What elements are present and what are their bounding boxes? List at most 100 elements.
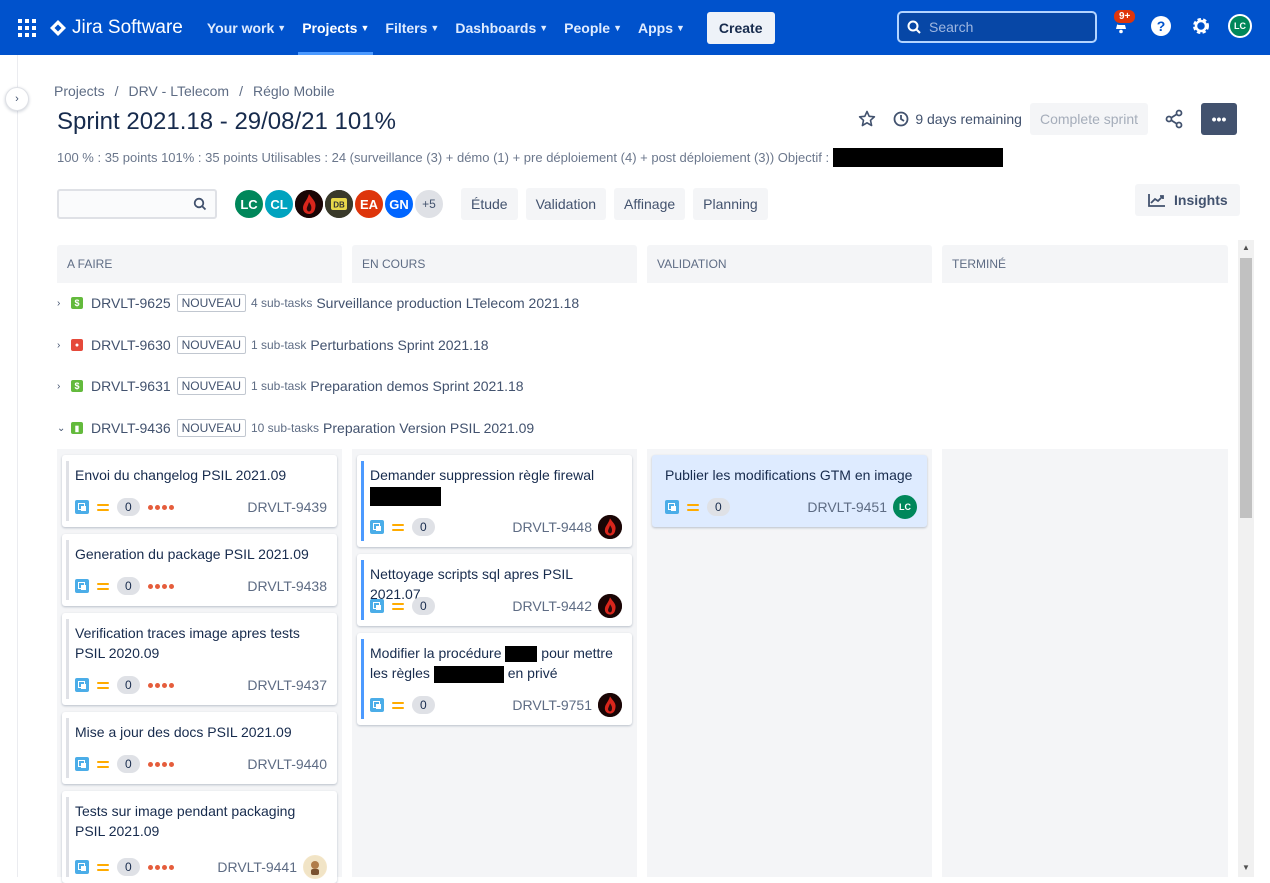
avatar-filter-ea[interactable]: EA bbox=[353, 188, 385, 220]
card-title: Mise a jour des docs PSIL 2021.09 bbox=[75, 724, 292, 740]
nav-filters[interactable]: Filters ▼ bbox=[377, 0, 447, 55]
issue-card[interactable]: Generation du package PSIL 2021.09 0 DRV… bbox=[62, 534, 337, 606]
avatar-filter-cl[interactable]: CL bbox=[263, 188, 295, 220]
create-button[interactable]: Create bbox=[706, 11, 775, 44]
issue-card[interactable]: Modifier la procédure pour mettre les rè… bbox=[357, 633, 632, 725]
sidebar-expand-button[interactable]: › bbox=[5, 87, 29, 111]
search-input[interactable] bbox=[929, 19, 1079, 35]
card-key[interactable]: DRVLT-9451 bbox=[807, 499, 887, 515]
notifications-button[interactable]: 9+ bbox=[1108, 8, 1138, 39]
star-icon bbox=[859, 110, 876, 127]
card-key[interactable]: DRVLT-9440 bbox=[247, 756, 327, 772]
assignee-avatar[interactable] bbox=[598, 515, 622, 539]
help-button[interactable]: ? bbox=[1148, 13, 1174, 39]
avatar-filter-db[interactable]: DB bbox=[323, 188, 355, 220]
avatar-filter-more[interactable]: +5 bbox=[413, 188, 445, 220]
swimlane-key[interactable]: DRVLT-9436 bbox=[91, 420, 171, 436]
card-key[interactable]: DRVLT-9442 bbox=[512, 598, 592, 614]
story-points: 0 bbox=[412, 597, 435, 615]
insights-button[interactable]: Insights bbox=[1135, 184, 1240, 216]
more-actions-button[interactable]: ••• bbox=[1201, 103, 1237, 135]
avatar-filter-gn[interactable]: GN bbox=[383, 188, 415, 220]
nav-people[interactable]: People ▼ bbox=[556, 0, 630, 55]
global-search[interactable] bbox=[897, 11, 1097, 43]
breadcrumb-projects[interactable]: Projects bbox=[54, 83, 105, 99]
redacted-block bbox=[433, 665, 504, 683]
avatar-filter-flame[interactable] bbox=[293, 188, 325, 220]
scroll-up-icon[interactable]: ▲ bbox=[1242, 243, 1250, 252]
quick-filter-validation[interactable]: Validation bbox=[525, 188, 607, 220]
card-title: Generation du package PSIL 2021.09 bbox=[75, 546, 309, 562]
card-key[interactable]: DRVLT-9441 bbox=[217, 859, 297, 875]
chevron-right-icon[interactable]: › bbox=[57, 298, 67, 309]
swimlane-key[interactable]: DRVLT-9631 bbox=[91, 378, 171, 394]
chevron-right-icon[interactable]: › bbox=[57, 381, 67, 392]
issue-card[interactable]: Demander suppression règle firewal 0 DRV… bbox=[357, 455, 632, 547]
status-badge: NOUVEAU bbox=[176, 377, 246, 395]
nav-apps[interactable]: Apps ▼ bbox=[630, 0, 693, 55]
swimlane-row[interactable]: › ● DRVLT-9630 NOUVEAU 1 sub-task Pertur… bbox=[57, 335, 489, 355]
issue-card[interactable]: Publier les modifications GTM en image 0… bbox=[652, 455, 927, 527]
quick-filters: Étude Validation Affinage Planning bbox=[461, 188, 776, 220]
subtask-count: 1 sub-task bbox=[250, 338, 307, 352]
days-in-column-icon bbox=[147, 864, 176, 870]
star-button[interactable] bbox=[855, 107, 879, 131]
svg-text:DB: DB bbox=[333, 201, 345, 210]
quick-filter-planning[interactable]: Planning bbox=[693, 188, 768, 220]
days-in-column-icon bbox=[147, 682, 176, 688]
swimlane-key[interactable]: DRVLT-9630 bbox=[91, 337, 171, 353]
jira-logo[interactable]: Jira Software bbox=[49, 17, 183, 39]
chevron-right-icon[interactable]: › bbox=[57, 340, 67, 351]
board-search-input[interactable] bbox=[57, 189, 217, 219]
assignee-avatar[interactable] bbox=[598, 693, 622, 717]
assignee-avatar[interactable] bbox=[303, 855, 327, 879]
card-key[interactable]: DRVLT-9437 bbox=[247, 677, 327, 693]
card-key[interactable]: DRVLT-9751 bbox=[512, 697, 592, 713]
column-header-inprogress: EN COURS bbox=[352, 245, 637, 283]
subtask-icon bbox=[370, 698, 384, 712]
breadcrumb: Projects / DRV - LTelecom / Réglo Mobile bbox=[54, 83, 335, 99]
scrollbar-thumb[interactable] bbox=[1240, 258, 1252, 518]
story-points: 0 bbox=[117, 858, 140, 876]
app-switcher-icon[interactable] bbox=[18, 18, 36, 37]
breadcrumb-project[interactable]: DRV - LTelecom bbox=[128, 83, 229, 99]
story-points: 0 bbox=[707, 498, 730, 516]
card-key[interactable]: DRVLT-9448 bbox=[512, 519, 592, 535]
story-points: 0 bbox=[117, 577, 140, 595]
flame-avatar-icon bbox=[598, 594, 622, 618]
swimlane-row[interactable]: › $ DRVLT-9631 NOUVEAU 1 sub-task Prepar… bbox=[57, 376, 524, 396]
assignee-avatar[interactable] bbox=[598, 594, 622, 618]
swimlane-key[interactable]: DRVLT-9625 bbox=[91, 295, 171, 311]
complete-sprint-button[interactable]: Complete sprint bbox=[1029, 103, 1148, 135]
avatar-filter-lc[interactable]: LC bbox=[233, 188, 265, 220]
issue-card[interactable]: Verification traces image apres tests PS… bbox=[62, 613, 337, 705]
nav-dashboards[interactable]: Dashboards ▼ bbox=[447, 0, 556, 55]
card-key[interactable]: DRVLT-9438 bbox=[247, 578, 327, 594]
issue-card[interactable]: Envoi du changelog PSIL 2021.09 0 DRVLT-… bbox=[62, 455, 337, 527]
status-badge: NOUVEAU bbox=[176, 336, 246, 354]
days-in-column-icon bbox=[147, 761, 176, 767]
swimlane-row[interactable]: ⌄ ▮ DRVLT-9436 NOUVEAU 10 sub-tasks Prep… bbox=[57, 418, 534, 438]
quick-filter-affinage[interactable]: Affinage bbox=[614, 188, 686, 220]
assignee-avatar[interactable]: LC bbox=[893, 495, 917, 519]
user-avatar[interactable]: LC bbox=[1228, 14, 1252, 38]
quick-filter-etude[interactable]: Étude bbox=[461, 188, 518, 220]
issue-card[interactable]: Mise a jour des docs PSIL 2021.09 0 DRVL… bbox=[62, 712, 337, 784]
chevron-down-icon[interactable]: ⌄ bbox=[57, 423, 67, 434]
share-button[interactable] bbox=[1162, 107, 1186, 131]
priority-medium-icon bbox=[392, 600, 404, 613]
subtask-icon bbox=[75, 860, 89, 874]
breadcrumb-board[interactable]: Réglo Mobile bbox=[253, 83, 335, 99]
settings-button[interactable] bbox=[1188, 13, 1214, 39]
nav-your-work[interactable]: Your work ▼ bbox=[199, 0, 294, 55]
nav-projects[interactable]: Projects ▼ bbox=[294, 0, 377, 55]
issue-card[interactable]: Tests sur image pendant packaging PSIL 2… bbox=[62, 791, 337, 883]
issue-card[interactable]: Nettoyage scripts sql apres PSIL 2021.07… bbox=[357, 554, 632, 626]
search-icon bbox=[193, 197, 207, 211]
swimlane-row[interactable]: › $ DRVLT-9625 NOUVEAU 4 sub-tasks Surve… bbox=[57, 293, 579, 313]
scroll-down-icon[interactable]: ▼ bbox=[1242, 863, 1250, 872]
priority-medium-icon bbox=[97, 861, 109, 874]
story-type-icon: $ bbox=[71, 297, 83, 309]
board-scrollbar[interactable]: ▲ ▼ bbox=[1238, 240, 1254, 877]
card-key[interactable]: DRVLT-9439 bbox=[247, 499, 327, 515]
